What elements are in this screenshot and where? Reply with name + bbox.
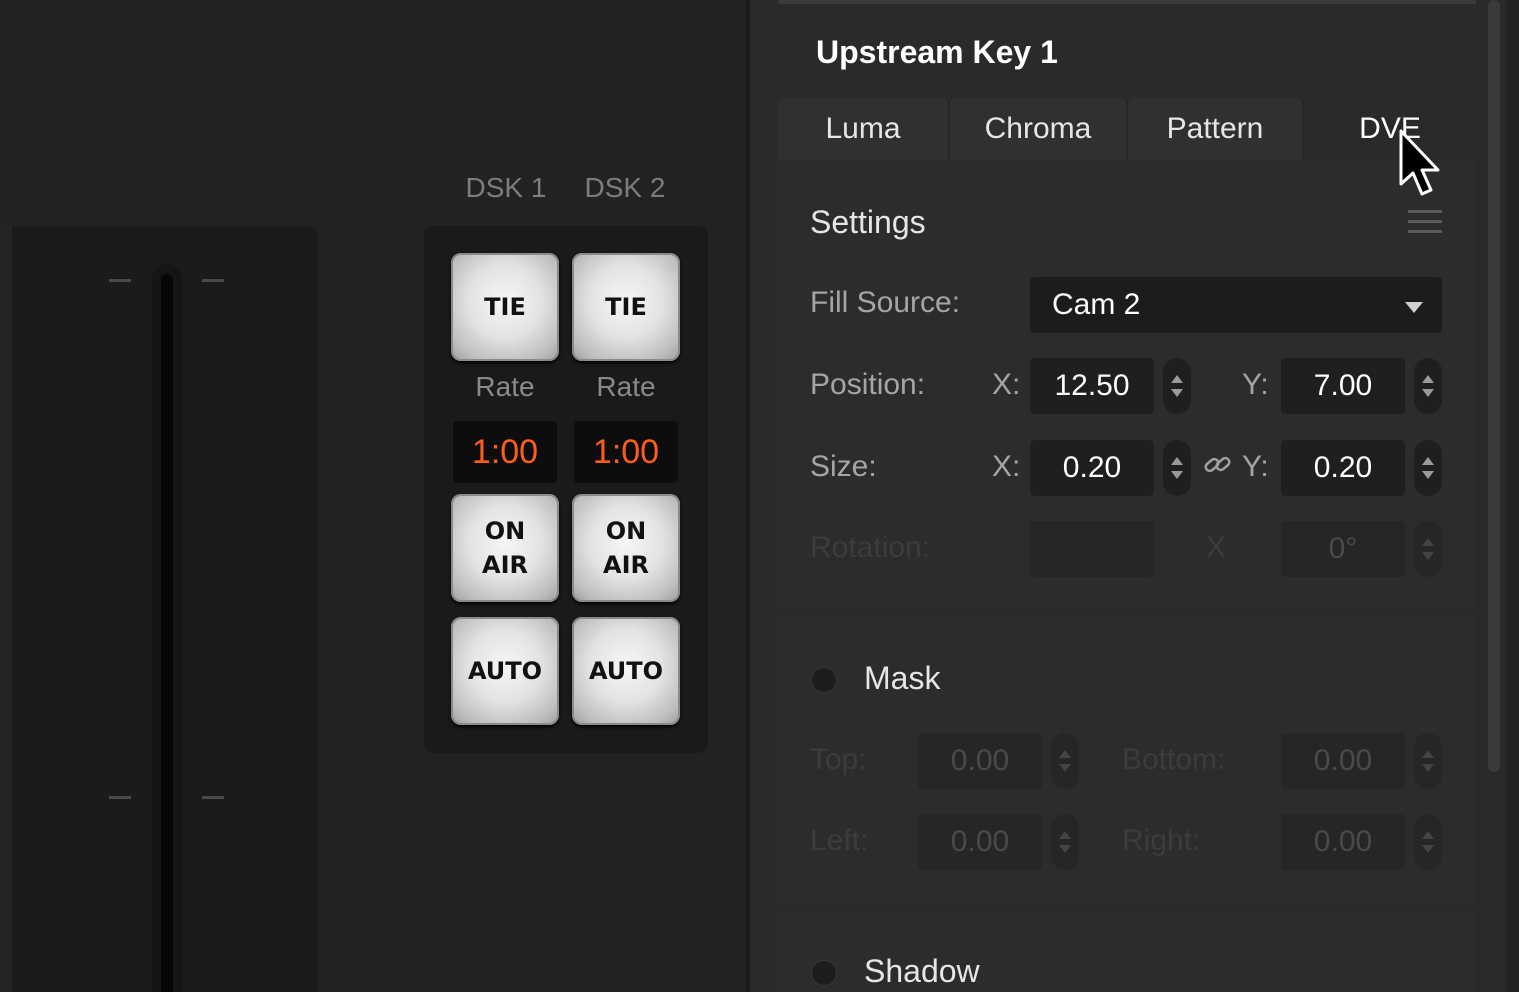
tbar-handle[interactable] — [161, 274, 173, 992]
position-y-stepper[interactable] — [1414, 358, 1442, 414]
position-x-stepper[interactable] — [1163, 358, 1191, 414]
dsk2-on-air-label-1: ON — [605, 517, 647, 545]
size-label: Size: — [810, 450, 877, 483]
size-y-input[interactable]: 0.20 — [1281, 440, 1405, 496]
previous-section-edge — [778, 0, 1476, 4]
dsk2-tie-label: TIE — [605, 293, 647, 321]
scroll-gutter — [1506, 0, 1519, 992]
dsk2-rate-field[interactable]: 1:00 — [574, 421, 678, 483]
position-y-input[interactable]: 7.00 — [1281, 358, 1405, 414]
dsk1-on-air-button[interactable]: ON AIR — [451, 494, 559, 602]
mask-left-stepper[interactable] — [1051, 814, 1079, 870]
mask-left-input[interactable]: 0.00 — [918, 814, 1042, 870]
size-x-stepper[interactable] — [1163, 440, 1191, 496]
settings-title: Settings — [810, 204, 926, 240]
dsk2-auto-button[interactable]: AUTO — [572, 617, 680, 725]
size-x-input[interactable]: 0.20 — [1030, 440, 1154, 496]
mask-right-label: Right: — [1122, 824, 1201, 857]
mask-bottom-stepper[interactable] — [1414, 733, 1442, 789]
size-x-label: X: — [992, 450, 1021, 483]
fill-source-label: Fill Source: — [810, 286, 961, 319]
size-y-label: Y: — [1242, 450, 1269, 483]
mask-bottom-input[interactable]: 0.00 — [1281, 733, 1405, 789]
size-y-stepper[interactable] — [1414, 440, 1442, 496]
link-icon[interactable] — [1202, 450, 1234, 484]
rotation-label: Rotation: — [810, 531, 931, 564]
mouse-cursor-icon — [1398, 128, 1448, 204]
dsk1-tie-label: TIE — [484, 293, 526, 321]
key-type-tabs: Luma Chroma Pattern DVE — [778, 98, 1476, 160]
panel-title: Upstream Key 1 — [816, 34, 1058, 70]
shadow-title: Shadow — [864, 953, 980, 989]
tab-chroma[interactable]: Chroma — [950, 98, 1128, 160]
rotation-input[interactable] — [1030, 521, 1154, 577]
menu-icon[interactable] — [1408, 210, 1442, 233]
dsk1-rate-label: Rate — [475, 371, 535, 402]
scrollbar[interactable] — [1488, 0, 1500, 772]
mask-toggle[interactable] — [811, 667, 837, 693]
mask-top-label: Top: — [810, 743, 867, 776]
tab-pattern[interactable]: Pattern — [1128, 98, 1304, 160]
dsk2-label: DSK 2 — [584, 172, 666, 203]
position-label: Position: — [810, 368, 926, 401]
dsk2-rate-label: Rate — [596, 371, 656, 402]
mask-top-stepper[interactable] — [1051, 733, 1079, 789]
dsk2-on-air-label-2: AIR — [603, 551, 649, 579]
mask-left-label: Left: — [810, 824, 869, 857]
rotation-value-input[interactable]: 0° — [1281, 521, 1405, 577]
rotation-x-label: X — [1206, 531, 1227, 564]
dsk1-on-air-label-2: AIR — [482, 551, 528, 579]
dsk1-label: DSK 1 — [465, 172, 547, 203]
tbar-tick — [202, 796, 224, 799]
tbar-tick — [109, 279, 131, 282]
dsk1-auto-button[interactable]: AUTO — [451, 617, 559, 725]
tbar-tick — [109, 796, 131, 799]
mask-title: Mask — [864, 660, 941, 696]
dsk2-auto-label: AUTO — [588, 657, 664, 685]
mask-bottom-label: Bottom: — [1122, 743, 1226, 776]
shadow-toggle[interactable] — [811, 960, 837, 986]
dsk1-tie-button[interactable]: TIE — [451, 253, 559, 361]
dsk1-auto-label: AUTO — [467, 657, 543, 685]
position-x-label: X: — [992, 368, 1021, 401]
mask-right-stepper[interactable] — [1414, 814, 1442, 870]
chevron-down-icon — [1405, 302, 1423, 313]
mask-top-input[interactable]: 0.00 — [918, 733, 1042, 789]
fill-source-value: Cam 2 — [1052, 288, 1141, 321]
tab-dve[interactable]: DVE — [1304, 98, 1476, 160]
dsk2-tie-button[interactable]: TIE — [572, 253, 680, 361]
tbar-panel-edge — [0, 226, 12, 992]
rotation-stepper[interactable] — [1414, 521, 1442, 577]
dsk1-rate-field[interactable]: 1:00 — [453, 421, 557, 483]
dsk1-on-air-label-1: ON — [484, 517, 526, 545]
position-y-label: Y: — [1242, 368, 1269, 401]
mask-right-input[interactable]: 0.00 — [1281, 814, 1405, 870]
tab-luma[interactable]: Luma — [778, 98, 950, 160]
position-x-input[interactable]: 12.50 — [1030, 358, 1154, 414]
dsk2-on-air-button[interactable]: ON AIR — [572, 494, 680, 602]
fill-source-select[interactable]: Cam 2 — [1030, 277, 1442, 333]
tbar-tick — [202, 279, 224, 282]
